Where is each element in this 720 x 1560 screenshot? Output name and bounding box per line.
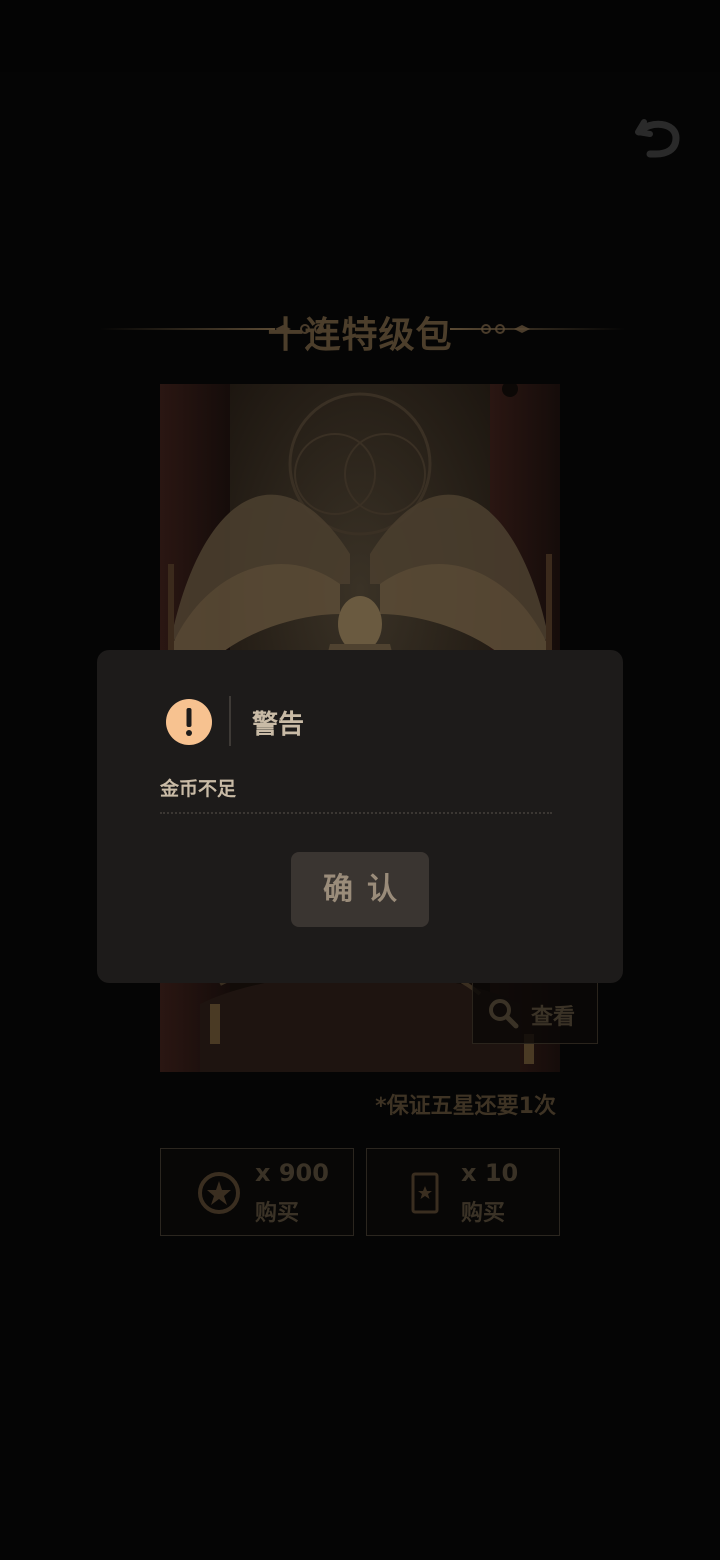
buy-with-coins-button[interactable]: x 900 购买 [160, 1148, 354, 1236]
status-bar [0, 0, 720, 72]
magnifier-icon [489, 999, 519, 1029]
ticket-buy-label: 购买 [461, 1201, 506, 1226]
dialog-message: 金币不足 [160, 778, 237, 800]
star-coin-icon [198, 1172, 240, 1214]
ticket-cost: x 10 [461, 1159, 519, 1187]
undo-arrow-icon [635, 119, 680, 158]
guarantee-text: *保证五星还要1次 [375, 1094, 556, 1119]
back-button[interactable] [628, 108, 688, 168]
warning-dialog: 警告 金币不足 确认 [97, 650, 623, 983]
buy-with-tickets-button[interactable]: x 10 购买 [366, 1148, 560, 1236]
pack-title-row: 十连特级包 [90, 300, 630, 360]
title-divider-right [450, 328, 625, 330]
coin-cost: x 900 [255, 1159, 329, 1187]
dialog-dotted-separator [160, 812, 552, 814]
pack-title: 十连特级包 [267, 315, 453, 356]
confirm-button[interactable]: 确认 [291, 852, 429, 927]
title-divider-left [100, 328, 275, 330]
dialog-title: 警告 [252, 710, 305, 740]
coin-buy-label: 购买 [255, 1201, 300, 1226]
view-button-label: 查看 [531, 1005, 576, 1030]
star-ticket-icon [411, 1172, 439, 1214]
dialog-title-divider [229, 696, 231, 746]
warning-exclamation-icon [166, 699, 212, 745]
view-button[interactable]: 查看 [472, 982, 598, 1044]
